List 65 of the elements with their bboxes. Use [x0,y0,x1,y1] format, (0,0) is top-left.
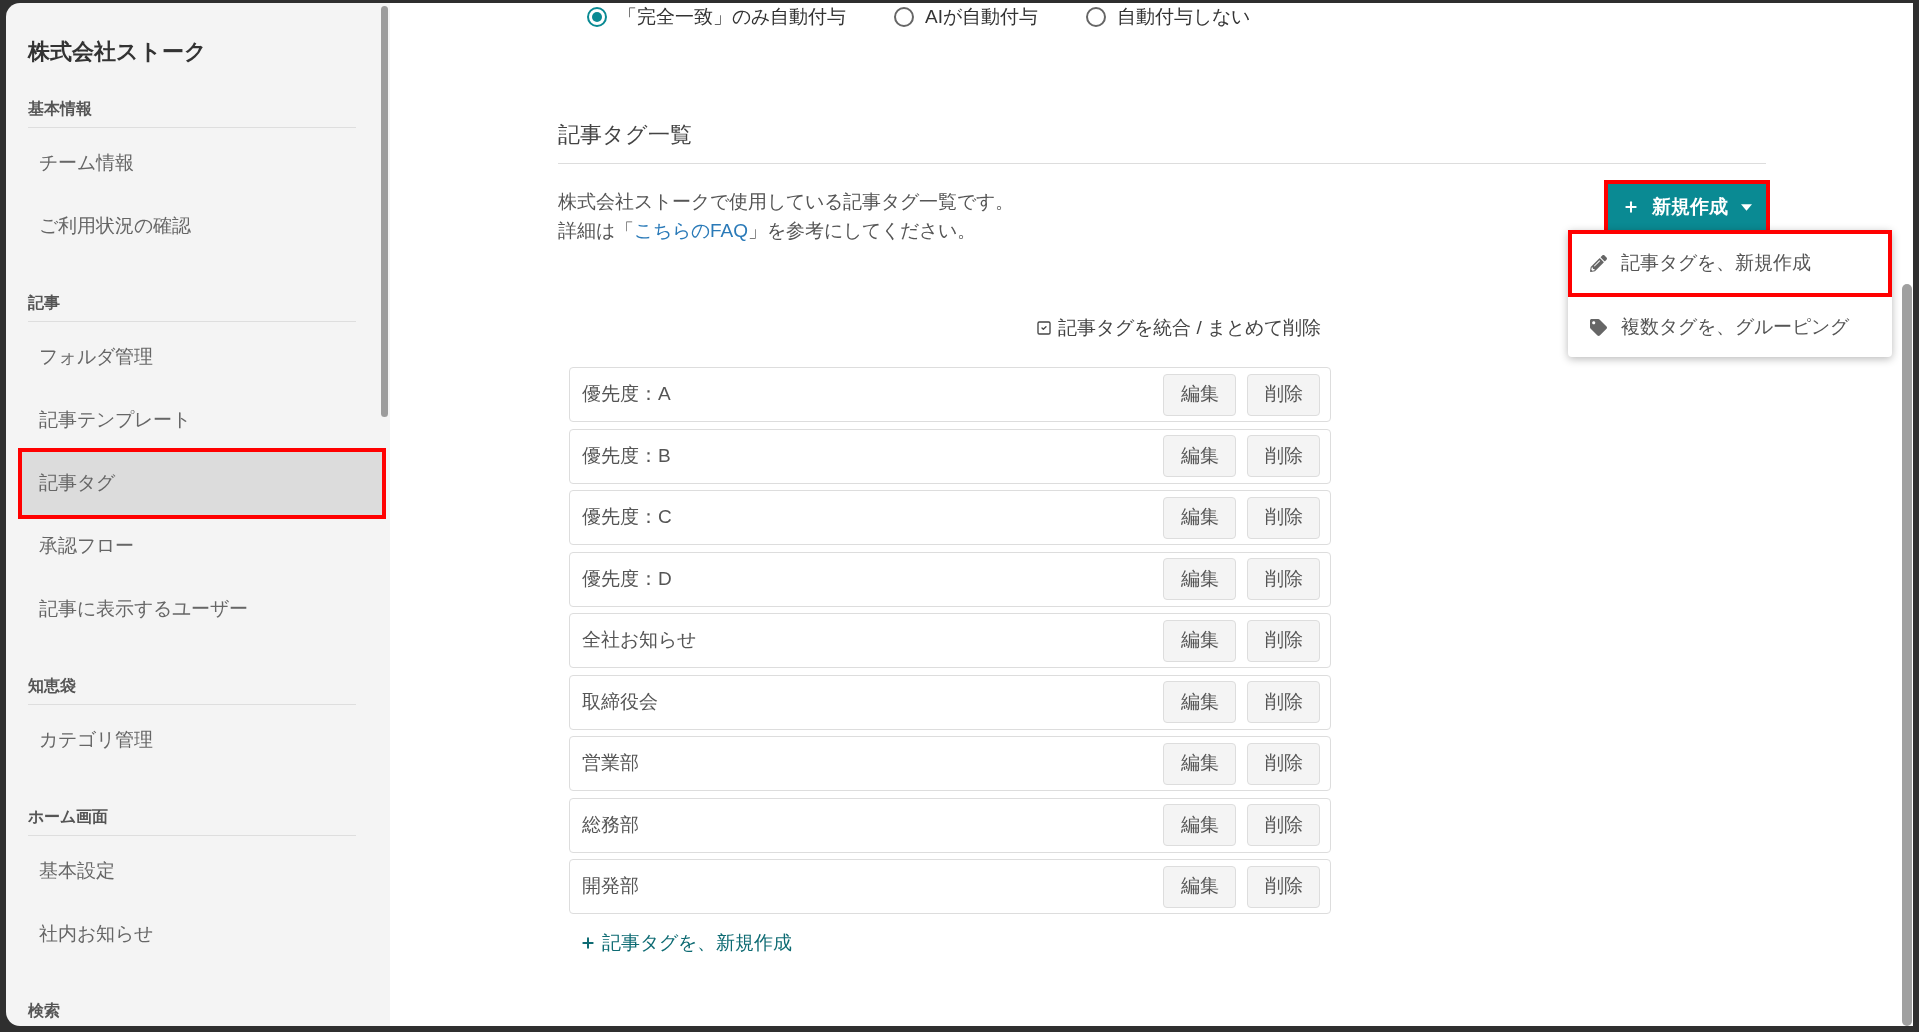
menu-item[interactable]: 記事タグを、新規作成 [1568,230,1892,297]
tag-name: 優先度：A [582,382,672,407]
delete-button[interactable]: 削除 [1247,742,1320,785]
caret-icon [1740,203,1752,211]
plus-icon [1622,199,1639,215]
company-name: 株式会社ストーク [28,38,207,66]
tag-name: 総務部 [582,812,640,837]
tag-name: 営業部 [582,751,640,776]
menu-item[interactable]: 複数タグを、グルーピング [1568,297,1892,357]
edit-button[interactable]: 編集 [1163,435,1236,477]
edit-button[interactable]: 編集 [1163,865,1236,908]
tag-name: 開発部 [582,874,640,899]
merge-button[interactable]: 記事タグを統合 / まとめて削除 [1036,315,1321,341]
sidebar-item[interactable]: カテゴリ管理 [18,713,378,768]
checked-box-icon [1036,320,1053,336]
section-heading: 基本情報 [28,99,92,119]
edit-button[interactable]: 編集 [1163,558,1236,600]
delete-button[interactable]: 削除 [1247,619,1320,662]
description-text: 株式会社ストークで使用している記事タグ一覧です。 [558,190,1014,214]
section-heading: 検索 [28,1001,60,1021]
tag-name: 優先度：B [582,443,672,468]
tag-name: 優先度：D [582,566,673,591]
radio-button[interactable] [587,7,607,27]
pencil-icon [1590,255,1607,272]
radio-button[interactable] [1085,7,1106,27]
add-tag-link[interactable]: 記事タグを、新規作成 [580,929,792,957]
edit-button[interactable]: 編集 [1163,681,1236,723]
section-heading: ホーム画面 [28,807,108,827]
sidebar-item[interactable]: フォルダ管理 [18,330,378,385]
sidebar-item[interactable]: 記事に表示するユーザー [18,582,378,637]
plus-icon [580,935,596,951]
sidebar-item[interactable]: ご利用状況の確認 [18,199,378,254]
sidebar-item[interactable]: 社内お知らせ [18,907,378,962]
help-text: 詳細は「こちらのFAQ」を参考にしてください。 [558,219,976,243]
sidebar-item[interactable]: チーム情報 [18,136,378,191]
delete-button[interactable]: 削除 [1247,373,1320,416]
sidebar-item[interactable]: 承認フロー [18,519,378,574]
delete-button[interactable]: 削除 [1247,496,1320,539]
scrollbar-thumb[interactable] [1902,284,1912,1026]
delete-button[interactable]: 削除 [1247,681,1320,723]
edit-button[interactable]: 編集 [1163,373,1236,416]
scrollbar-thumb[interactable] [381,6,388,417]
radio-label: 「完全一致」のみ自動付与 [618,5,846,29]
delete-button[interactable]: 削除 [1247,804,1320,846]
section-heading: 知恵袋 [28,676,76,696]
edit-button[interactable]: 編集 [1163,496,1236,539]
tag-name: 優先度：C [582,505,673,530]
sidebar-item[interactable]: 記事テンプレート [18,393,378,448]
tag-name: 全社お知らせ [582,628,697,653]
radio-label: AIが自動付与 [925,5,1038,29]
sidebar-item[interactable]: 基本設定 [18,844,378,899]
tag-icon [1590,318,1607,336]
faq-link[interactable]: こちらのFAQ [634,220,748,241]
radio-button[interactable] [894,7,914,27]
tag-name: 取締役会 [582,689,659,714]
section-title: 記事タグ一覧 [558,121,692,149]
edit-button[interactable]: 編集 [1163,804,1236,846]
edit-button[interactable]: 編集 [1163,619,1236,662]
delete-button[interactable]: 削除 [1247,865,1320,908]
delete-button[interactable]: 削除 [1247,558,1320,600]
section-heading: 記事 [28,293,60,313]
radio-label: 自動付与しない [1116,5,1250,29]
sidebar-item[interactable]: 記事タグ [18,448,386,519]
edit-button[interactable]: 編集 [1163,742,1236,785]
delete-button[interactable]: 削除 [1247,435,1320,477]
